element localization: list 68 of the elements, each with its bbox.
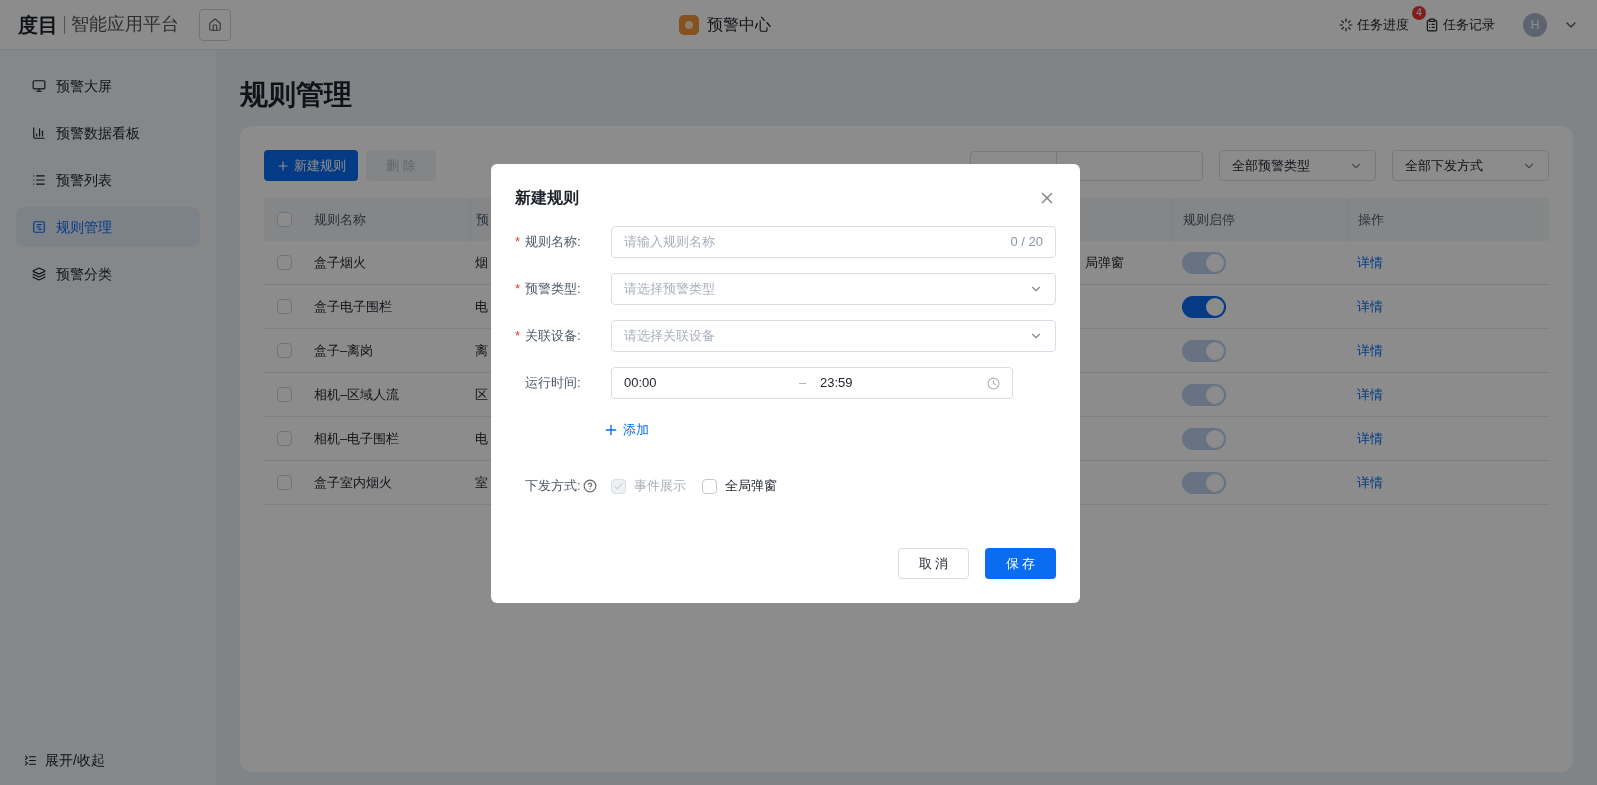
help-icon[interactable]: [582, 479, 597, 493]
field-label: 预警类型:: [525, 280, 581, 299]
time-range-field[interactable]: 00:00 – 23:59: [611, 367, 1013, 399]
sidebar-item[interactable]: 预警数据看板: [16, 113, 200, 153]
table-cell: 盒子烟火: [314, 254, 366, 270]
table-cell: 局弹窗: [1085, 254, 1124, 270]
required-mark: *: [515, 281, 521, 297]
menu-icon: [24, 754, 37, 767]
table-cell: 烟: [475, 254, 488, 270]
layers-icon: [32, 267, 46, 281]
document-icon: [32, 220, 46, 234]
sidebar-item[interactable]: 预警分类: [16, 254, 200, 294]
check-icon: [613, 480, 624, 492]
details-link[interactable]: 详情: [1357, 298, 1383, 314]
column-header: 规则启停: [1183, 210, 1235, 229]
checkbox-option[interactable]: 全局弹窗: [702, 476, 777, 496]
field-label: 关联设备:: [525, 327, 581, 346]
plus-icon: [276, 158, 290, 173]
bar-chart-icon: [32, 126, 46, 140]
table-cell: 区: [475, 386, 488, 402]
dialog-title: 新建规则: [515, 188, 579, 208]
table-cell: 电: [475, 298, 488, 314]
page-title: 规则管理: [240, 78, 353, 112]
table-cell: 盒子室内烟火: [314, 474, 392, 490]
count-badge: 4: [1412, 5, 1426, 20]
required-mark: *: [515, 328, 521, 344]
required-mark: *: [515, 234, 521, 250]
field-label: 下发方式:: [525, 477, 581, 496]
progress-icon: [1339, 17, 1353, 32]
table-cell: 相机–区域人流: [314, 386, 400, 402]
plus-icon: [603, 422, 619, 438]
cancel-button[interactable]: 取 消: [898, 548, 969, 579]
platform-name: 智能应用平台: [71, 13, 179, 36]
checkbox[interactable]: [276, 299, 292, 314]
header-action[interactable]: 任务记录: [1425, 14, 1495, 35]
home-button[interactable]: [199, 8, 231, 41]
table-cell: 离: [475, 342, 488, 358]
field-label: 运行时间:: [525, 374, 581, 393]
toggle-switch[interactable]: [1182, 295, 1226, 318]
save-button[interactable]: 保 存: [985, 548, 1056, 579]
table-cell: 盒子电子围栏: [314, 298, 392, 314]
table-cell: 电: [475, 430, 488, 446]
list-icon: [32, 173, 46, 187]
column-header: 操作: [1358, 210, 1384, 229]
table-cell: 盒子–离岗: [314, 342, 374, 358]
add-link[interactable]: 添加: [603, 420, 649, 440]
filter-select[interactable]: 全部预警类型: [1219, 150, 1376, 181]
home-icon: [208, 17, 222, 32]
app-icon: [679, 14, 699, 35]
column-header: 规则名称: [314, 210, 366, 229]
column-header: 预: [476, 210, 489, 229]
sidebar-item[interactable]: 预警列表: [16, 160, 200, 200]
sidebar-item[interactable]: 预警大屏: [16, 66, 200, 106]
new-rule-button[interactable]: 新建规则: [264, 150, 358, 181]
clipboard-icon: [1425, 17, 1439, 32]
collapse-toggle[interactable]: 展开/收起: [16, 750, 200, 771]
field-label: 规则名称:: [525, 233, 581, 252]
input-field[interactable]: 请输入规则名称 0 / 20: [611, 226, 1056, 258]
checkbox[interactable]: [702, 478, 717, 494]
filter-select[interactable]: 全部下发方式: [1392, 150, 1549, 181]
monitor-icon: [32, 79, 46, 93]
checkbox[interactable]: [276, 212, 292, 227]
app-title: 预警中心: [707, 14, 771, 35]
table-cell: 室: [475, 474, 488, 490]
logo: 度目: [18, 12, 58, 38]
sidebar-item[interactable]: 规则管理: [16, 207, 200, 247]
table-cell: 相机–电子围栏: [314, 430, 400, 446]
clock-icon: [987, 376, 1000, 390]
